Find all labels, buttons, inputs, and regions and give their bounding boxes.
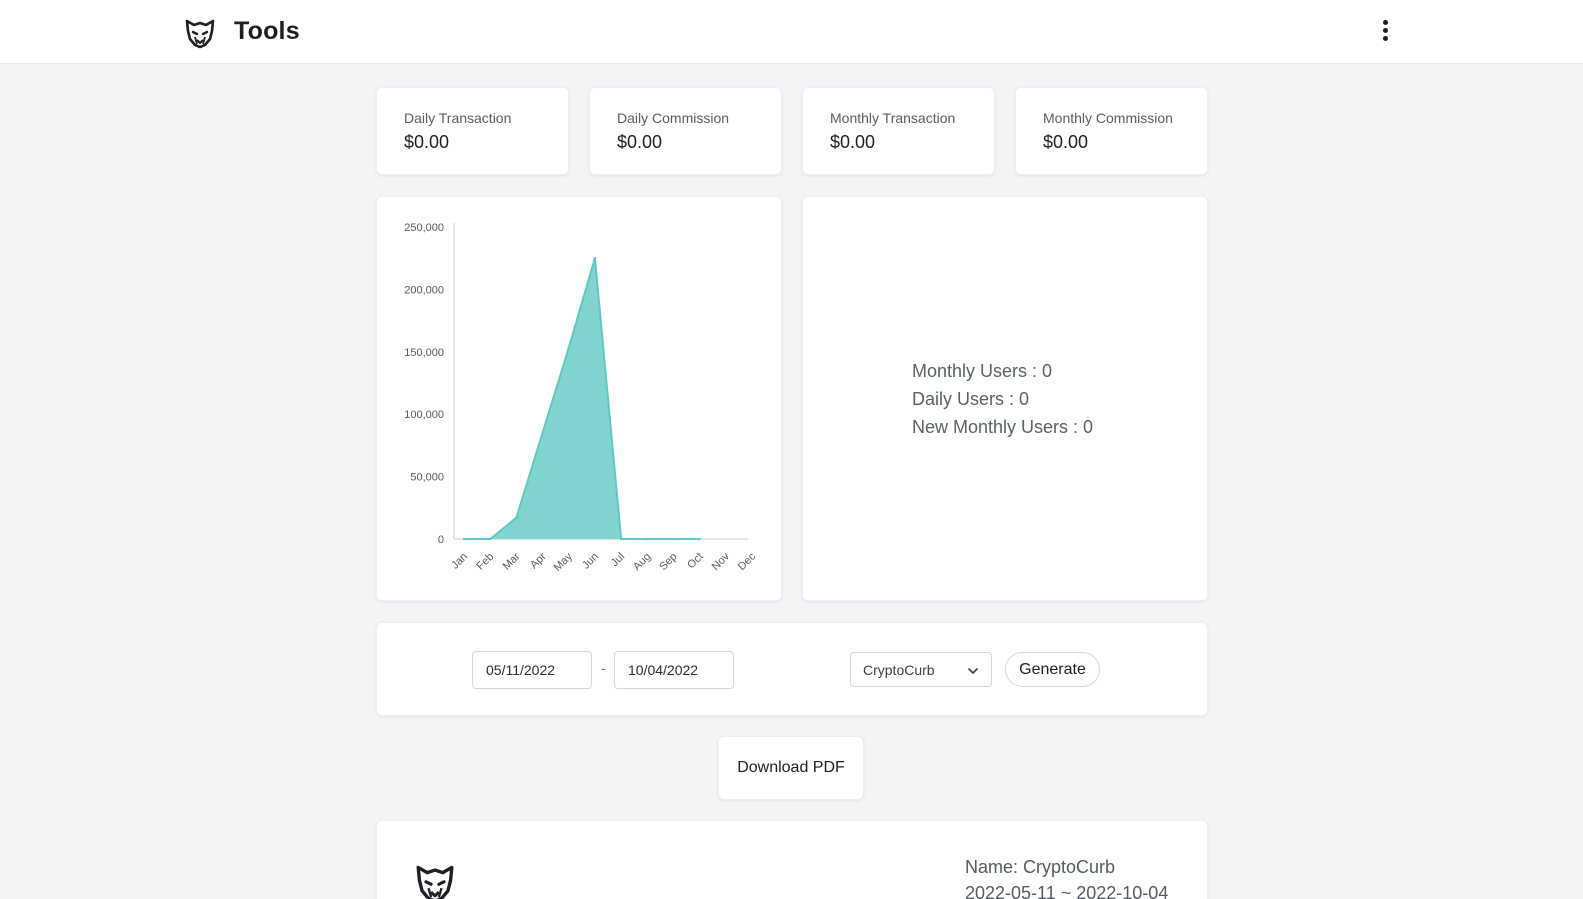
stat-value: $0.00 bbox=[1043, 132, 1089, 152]
data-point bbox=[672, 537, 675, 541]
top-bar: Tools bbox=[0, 0, 1583, 64]
chevron-down-icon bbox=[968, 668, 978, 674]
daily-users: Daily Users : 0 bbox=[912, 389, 1030, 409]
x-tick-label: Aug bbox=[631, 551, 653, 573]
tiger-head-icon[interactable] bbox=[183, 16, 217, 50]
users-summary: Monthly Users : 0 Daily Users : 0 New Mo… bbox=[912, 357, 1093, 441]
stat-value: $0.00 bbox=[617, 132, 663, 152]
brand-select-value: CryptoCurb bbox=[863, 662, 935, 678]
report-name: Name: CryptoCurb bbox=[965, 857, 1116, 877]
monthly-users: Monthly Users : 0 bbox=[912, 361, 1053, 381]
data-point bbox=[593, 257, 597, 260]
x-tick-label: Jul bbox=[609, 551, 627, 569]
download-pdf-button[interactable]: Download PDF bbox=[718, 736, 864, 800]
x-tick-label: Sep bbox=[657, 551, 679, 573]
data-point bbox=[698, 537, 701, 541]
stat-value: $0.00 bbox=[830, 132, 876, 152]
data-point bbox=[619, 537, 623, 541]
users-summary-card: Monthly Users : 0 Daily Users : 0 New Mo… bbox=[802, 196, 1208, 601]
x-tick-label: Nov bbox=[710, 550, 733, 573]
app-title: Tools bbox=[234, 17, 300, 45]
y-tick-label: 250,000 bbox=[404, 222, 444, 234]
x-tick-label: Feb bbox=[474, 551, 496, 573]
stat-label: Daily Commission bbox=[617, 110, 730, 126]
report-filter-card: - CryptoCurb Generate bbox=[376, 622, 1208, 716]
data-point bbox=[462, 537, 466, 541]
date-separator: - bbox=[601, 660, 606, 676]
start-date-input[interactable] bbox=[472, 651, 592, 689]
stat-label: Monthly Commission bbox=[1043, 110, 1173, 126]
data-point bbox=[515, 516, 518, 519]
y-tick-label: 150,000 bbox=[404, 347, 444, 359]
data-point bbox=[567, 346, 570, 350]
new-monthly-users: New Monthly Users : 0 bbox=[912, 417, 1094, 437]
data-point bbox=[488, 537, 492, 541]
stat-label: Daily Transaction bbox=[404, 110, 512, 126]
stat-card-daily-commission: Daily Commission $0.00 bbox=[589, 87, 782, 175]
stat-card-monthly-commission: Monthly Commission $0.00 bbox=[1015, 87, 1208, 175]
stat-value: $0.00 bbox=[404, 132, 450, 152]
end-date-input[interactable] bbox=[614, 651, 734, 689]
kebab-menu-icon[interactable] bbox=[1378, 20, 1392, 44]
y-tick-label: 200,000 bbox=[404, 284, 444, 296]
stat-label: Monthly Transaction bbox=[830, 110, 956, 126]
tiger-head-icon bbox=[416, 865, 454, 899]
data-point bbox=[646, 537, 649, 541]
report-date-range: 2022-05-11 ~ 2022-10-04 bbox=[965, 883, 1169, 899]
data-point bbox=[541, 431, 544, 435]
x-tick-label: Dec bbox=[736, 550, 759, 573]
y-tick-label: 0 bbox=[438, 534, 444, 546]
transaction-chart-card: 0 50,000 100,000 150,000 200,000 250,000 Jan Fe… bbox=[376, 196, 782, 601]
y-tick-label: 100,000 bbox=[404, 409, 444, 421]
x-tick-label: Mar bbox=[501, 550, 523, 572]
y-tick-label: 50,000 bbox=[410, 472, 444, 484]
stat-card-monthly-transaction: Monthly Transaction $0.00 bbox=[802, 87, 995, 175]
x-tick-label: Jan bbox=[449, 551, 470, 572]
transaction-area-chart: 0 50,000 100,000 150,000 200,000 250,000 Jan Fe… bbox=[404, 222, 759, 574]
x-tick-label: Oct bbox=[685, 551, 706, 572]
x-tick-label: May bbox=[552, 550, 576, 574]
brand-select[interactable]: CryptoCurb bbox=[850, 652, 992, 687]
generate-button[interactable]: Generate bbox=[1005, 652, 1100, 687]
report-preview-card: Name: CryptoCurb 2022-05-11 ~ 2022-10-04 bbox=[376, 820, 1208, 899]
x-tick-label: Jun bbox=[580, 551, 601, 572]
x-tick-label: Apr bbox=[528, 550, 549, 571]
stat-card-daily-transaction: Daily Transaction $0.00 bbox=[376, 87, 569, 175]
